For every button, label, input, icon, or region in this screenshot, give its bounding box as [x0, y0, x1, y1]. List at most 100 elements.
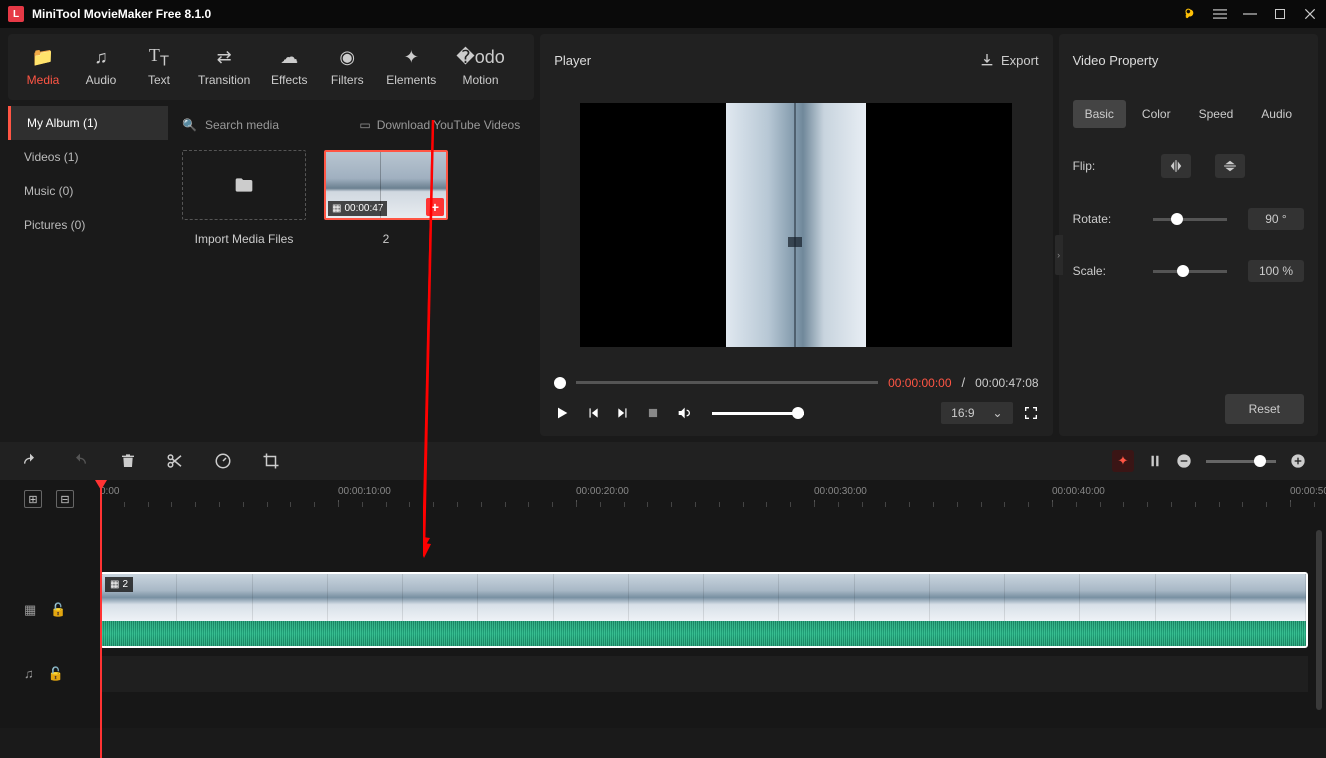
folder-icon: [232, 175, 256, 195]
crop-button[interactable]: [262, 452, 280, 470]
audio-track-icon: ♫: [24, 666, 34, 682]
rotate-slider[interactable]: [1153, 218, 1227, 221]
prop-tab-basic[interactable]: Basic: [1073, 100, 1126, 128]
audio-track[interactable]: ♫ 🔓: [100, 656, 1308, 692]
elements-icon: ✦: [404, 47, 419, 67]
scrollbar[interactable]: [1316, 530, 1322, 710]
sidebar-item-music[interactable]: Music (0): [8, 174, 168, 208]
volume-slider[interactable]: [712, 412, 804, 415]
zoom-slider[interactable]: [1206, 460, 1276, 463]
magnet-button[interactable]: [1148, 453, 1162, 469]
snap-button[interactable]: ✦: [1112, 450, 1134, 472]
tab-media[interactable]: 📁Media: [14, 41, 72, 93]
audio-waveform: [102, 621, 1306, 646]
flip-label: Flip:: [1073, 159, 1143, 173]
key-icon[interactable]: [1182, 6, 1198, 22]
total-time: 00:00:47:08: [975, 376, 1038, 390]
video-preview[interactable]: [580, 103, 1012, 347]
video-track[interactable]: ▦ 🔓 ▦2: [100, 572, 1308, 648]
volume-button[interactable]: [676, 405, 692, 421]
film-icon: ▦: [110, 579, 119, 590]
properties-panel: › Video Property Basic Color Speed Audio…: [1059, 34, 1318, 436]
prev-frame-button[interactable]: [586, 406, 600, 420]
fullscreen-button[interactable]: [1023, 405, 1039, 421]
filters-icon: ◉: [339, 47, 355, 67]
delete-button[interactable]: [120, 452, 136, 470]
import-label: Import Media Files: [182, 232, 306, 246]
tab-filters[interactable]: ◉Filters: [318, 41, 376, 93]
export-icon: [979, 52, 995, 68]
split-button[interactable]: [166, 452, 184, 470]
import-media-dropzone[interactable]: [182, 150, 306, 220]
tab-text[interactable]: TTText: [130, 41, 188, 93]
transition-icon: ⇄: [217, 47, 232, 67]
tab-transition[interactable]: ⇄Transition: [188, 41, 260, 93]
download-youtube-button[interactable]: ▭Download YouTube Videos: [359, 118, 520, 132]
timeline-add-button[interactable]: ⊞: [24, 490, 42, 508]
app-title: MiniTool MovieMaker Free 8.1.0: [32, 7, 211, 21]
properties-title: Video Property: [1073, 46, 1304, 74]
minimize-icon[interactable]: [1242, 6, 1258, 22]
prop-tab-audio[interactable]: Audio: [1249, 100, 1304, 128]
effects-icon: ☁: [280, 47, 298, 67]
timeline-remove-button[interactable]: ⊟: [56, 490, 74, 508]
playhead[interactable]: [100, 480, 102, 758]
media-thumbnail[interactable]: ▦00:00:47 + 2: [324, 150, 448, 246]
tab-elements[interactable]: ✦Elements: [376, 41, 446, 93]
film-icon: ▦: [332, 203, 341, 214]
timeline-ruler[interactable]: 0:00 00:00:10:00 00:00:20:00 00:00:30:00…: [100, 480, 1326, 518]
lock-icon[interactable]: 🔓: [48, 666, 64, 682]
sidebar: My Album (1) Videos (1) Music (0) Pictur…: [8, 106, 168, 436]
speed-button[interactable]: [214, 452, 232, 470]
scale-label: Scale:: [1073, 264, 1143, 278]
export-button[interactable]: Export: [979, 52, 1039, 68]
scale-value[interactable]: 100 %: [1248, 260, 1304, 282]
player-panel: Player Export 00:00:00:00 / 00:00:47:08: [540, 34, 1052, 436]
close-icon[interactable]: [1302, 6, 1318, 22]
undo-button[interactable]: [20, 452, 40, 470]
reset-button[interactable]: Reset: [1225, 394, 1304, 424]
maximize-icon[interactable]: [1272, 6, 1288, 22]
menu-icon[interactable]: [1212, 6, 1228, 22]
rotate-value[interactable]: 90 °: [1248, 208, 1304, 230]
titlebar: L MiniTool MovieMaker Free 8.1.0: [0, 0, 1326, 28]
chevron-down-icon: ⌄: [993, 406, 1003, 420]
aspect-ratio-select[interactable]: 16:9⌄: [941, 402, 1012, 424]
video-clip[interactable]: ▦2: [100, 572, 1308, 648]
flip-vertical-button[interactable]: [1215, 154, 1245, 178]
tab-motion[interactable]: �odoMotion: [446, 41, 515, 93]
folder-icon: 📁: [32, 47, 54, 67]
thumbnail-count: 2: [324, 232, 448, 246]
player-title: Player: [554, 53, 591, 68]
stop-button[interactable]: [646, 406, 660, 420]
add-to-timeline-button[interactable]: +: [426, 198, 444, 216]
search-icon: 🔍: [182, 118, 197, 132]
thumbnail-duration: ▦00:00:47: [328, 201, 387, 216]
music-icon: ♫: [94, 47, 108, 67]
sidebar-item-videos[interactable]: Videos (1): [8, 140, 168, 174]
zoom-in-button[interactable]: [1290, 453, 1306, 469]
prop-tab-speed[interactable]: Speed: [1187, 100, 1246, 128]
search-input[interactable]: 🔍Search media: [182, 118, 279, 132]
sidebar-item-myalbum[interactable]: My Album (1): [8, 106, 168, 140]
motion-icon: �odo: [456, 47, 505, 67]
scale-slider[interactable]: [1153, 270, 1227, 273]
zoom-out-button[interactable]: [1176, 453, 1192, 469]
tab-effects[interactable]: ☁Effects: [260, 41, 318, 93]
text-icon: TT: [149, 47, 169, 67]
prop-tab-color[interactable]: Color: [1130, 100, 1183, 128]
collapse-handle[interactable]: ›: [1055, 235, 1063, 275]
lock-icon[interactable]: 🔓: [50, 602, 66, 618]
playback-progress[interactable]: 00:00:00:00 / 00:00:47:08: [554, 375, 1038, 390]
flip-horizontal-button[interactable]: [1161, 154, 1191, 178]
video-track-icon: ▦: [24, 602, 36, 618]
current-time: 00:00:00:00: [888, 376, 951, 390]
tab-audio[interactable]: ♫Audio: [72, 41, 130, 93]
sidebar-item-pictures[interactable]: Pictures (0): [8, 208, 168, 242]
clip-badge: ▦2: [105, 577, 133, 592]
main-toolbar: 📁Media ♫Audio TTText ⇄Transition ☁Effect…: [8, 34, 534, 100]
redo-button[interactable]: [70, 452, 90, 470]
next-frame-button[interactable]: [616, 406, 630, 420]
rotate-label: Rotate:: [1073, 212, 1143, 226]
play-button[interactable]: [554, 405, 570, 421]
